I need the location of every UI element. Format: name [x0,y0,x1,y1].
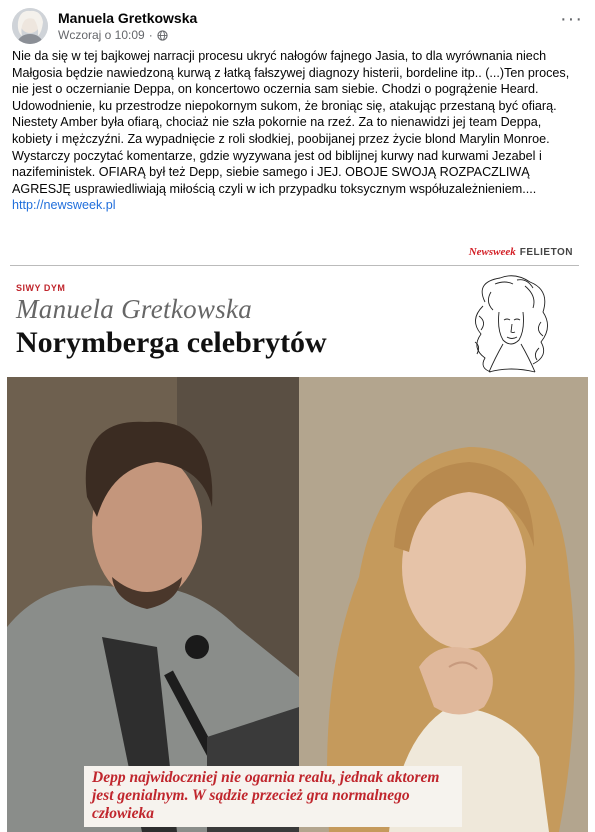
photo-right-panel [299,377,588,832]
post-body: Nie da się w tej bajkowej narracji proce… [12,48,583,214]
article-preview-image[interactable]: Newsweek FELIETON SIWY DYM Manuela Gretk… [0,238,595,832]
post-text: Nie da się w tej bajkowej narracji proce… [12,49,570,196]
section-name: FELIETON [519,246,573,258]
post-timestamp[interactable]: Wczoraj o 10:09 [58,28,145,42]
column-label: SIWY DYM [16,283,66,293]
author-name[interactable]: Manuela Gretkowska [58,10,197,26]
post-meta: Wczoraj o 10:09 · [58,28,168,42]
article-photo [7,377,588,832]
facebook-post: Manuela Gretkowska Wczoraj o 10:09 · ···… [0,0,595,832]
man-in-court-image [7,377,299,832]
author-avatar[interactable] [12,8,48,44]
photo-caption: Depp najwidoczniej nie ogarnia realu, je… [84,766,462,827]
photo-left-panel [7,377,299,832]
columnist-name: Manuela Gretkowska [16,294,253,324]
woman-in-court-image [299,377,588,832]
divider [10,265,579,266]
more-options-icon[interactable]: ··· [560,9,583,29]
article-headline: Norymberga celebrytów [16,326,327,359]
avatar-image [12,8,48,44]
globe-icon[interactable] [157,29,168,41]
columnist-portrait-illustration [474,275,548,373]
newsweek-logo: Newsweek [468,246,516,258]
post-link[interactable]: http://newsweek.pl [12,198,116,212]
newsweek-header: Newsweek FELIETON [469,246,573,258]
post-header: Manuela Gretkowska Wczoraj o 10:09 · ··· [12,8,583,44]
